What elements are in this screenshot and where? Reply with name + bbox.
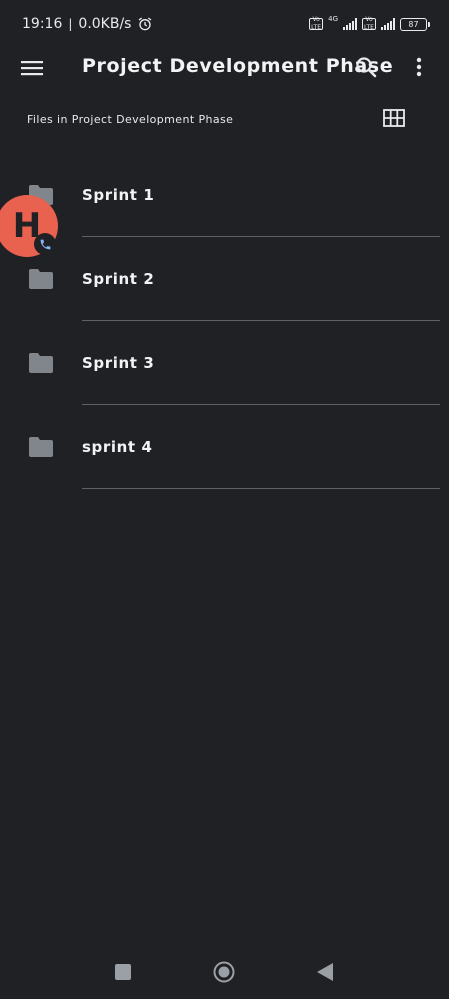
folder-icon: [29, 269, 53, 289]
more-vert-icon[interactable]: [407, 55, 431, 79]
file-list: Sprint 1 Sprint 2 Sprint 3 sprint 4: [0, 153, 449, 489]
menu-icon[interactable]: [20, 56, 44, 80]
folder-row[interactable]: Sprint 3: [0, 321, 449, 405]
phone-icon: [40, 239, 50, 249]
volte-badge-1: Vo LTE: [309, 16, 324, 31]
back-button[interactable]: [316, 962, 334, 982]
folder-row[interactable]: Sprint 1: [0, 153, 449, 237]
folder-name: Sprint 3: [82, 354, 155, 372]
status-time: 19:16: [22, 16, 63, 32]
folder-row[interactable]: sprint 4: [0, 405, 449, 489]
status-separator: |: [68, 17, 73, 31]
page-title: Project Development Phase: [82, 55, 394, 77]
system-nav-bar: [0, 948, 449, 996]
folder-row[interactable]: Sprint 2: [0, 237, 449, 321]
divider: [82, 488, 440, 489]
search-icon[interactable]: [354, 55, 378, 79]
folder-icon: [29, 353, 53, 373]
folder-name: sprint 4: [82, 438, 153, 456]
status-bar: 19:16 | 0.0KB/s Vo LTE 4G Vo LTE 87: [0, 0, 449, 48]
chat-head[interactable]: H: [0, 195, 60, 259]
call-badge: [34, 233, 56, 255]
folder-name: Sprint 2: [82, 270, 155, 288]
grid-view-icon[interactable]: [383, 109, 405, 127]
home-button[interactable]: [213, 961, 235, 983]
volte-badge-2: Vo LTE: [362, 16, 376, 31]
status-net-speed: 0.0KB/s: [78, 16, 132, 32]
alarm-icon: [139, 17, 152, 31]
section-header: Files in Project Development Phase: [27, 113, 234, 126]
status-left: 19:16 | 0.0KB/s: [22, 16, 153, 32]
signal-icon-2: [381, 18, 395, 30]
battery-icon: 87: [400, 17, 430, 31]
folder-icon: [29, 437, 53, 457]
recents-button[interactable]: [115, 964, 131, 980]
network-type: 4G: [328, 15, 338, 23]
status-right: Vo LTE 4G Vo LTE 87: [309, 15, 430, 31]
signal-icon-1: [343, 18, 357, 30]
app-bar: Project Development Phase: [0, 48, 449, 88]
folder-name: Sprint 1: [82, 186, 155, 204]
